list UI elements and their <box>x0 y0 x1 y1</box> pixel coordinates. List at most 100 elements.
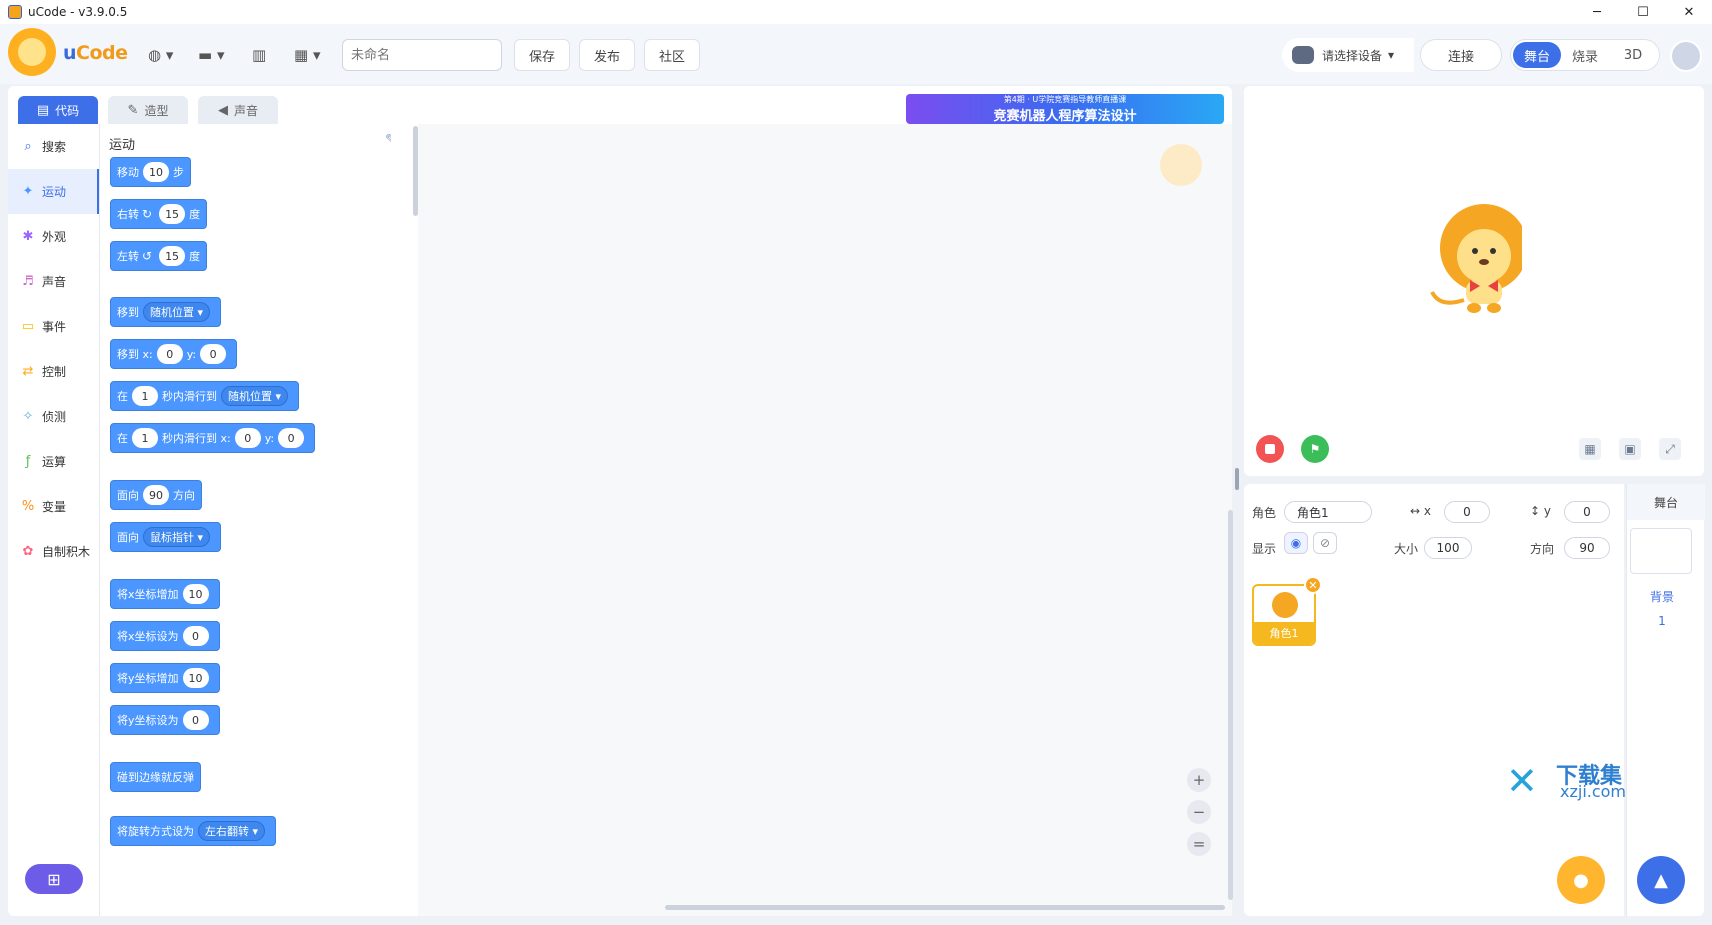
block-input[interactable]: 0 <box>278 428 305 448</box>
lion-sprite-icon[interactable] <box>1430 204 1522 314</box>
block-input[interactable]: 10 <box>182 584 209 604</box>
block-change-y[interactable]: 将y坐标增加 10 <box>110 663 220 693</box>
category-control[interactable]: ⇄ 控制 <box>8 349 99 394</box>
community-button[interactable]: 社区 <box>644 39 701 71</box>
block-input[interactable]: 0 <box>200 344 227 364</box>
block-input[interactable]: 10 <box>143 162 169 182</box>
category-variables[interactable]: % 变量 <box>8 484 99 529</box>
block-turn-left[interactable]: 左转 ↺ 15 度 <box>110 241 208 271</box>
category-events[interactable]: ▭ 事件 <box>8 304 99 349</box>
mode-burn[interactable]: 烧录 <box>1561 42 1609 68</box>
device-selector[interactable]: 请选择设备 ▾ <box>1282 38 1414 72</box>
add-extension-button[interactable]: ⊞ <box>25 864 83 894</box>
maximize-button[interactable]: ☐ <box>1620 0 1666 24</box>
delete-sprite-icon[interactable]: ✕ <box>1304 576 1322 594</box>
file-folder-icon[interactable]: ▬ ▾ <box>198 44 224 66</box>
block-set-y[interactable]: 将y坐标设为 0 <box>110 705 220 735</box>
pin-icon[interactable]: ✎ <box>385 132 391 148</box>
category-sound[interactable]: ♬ 声音 <box>8 259 99 304</box>
category-search[interactable]: ⌕ 搜索 <box>8 124 99 169</box>
block-point-towards[interactable]: 面向 鼠标指针 ▾ <box>110 522 222 552</box>
block-text: 面向 <box>117 489 139 502</box>
block-rotation-style[interactable]: 将旋转方式设为 左右翻转 ▾ <box>110 816 277 846</box>
hide-button[interactable]: ⊘ <box>1313 532 1337 554</box>
block-input[interactable]: 15 <box>159 204 186 224</box>
sprite-y-input[interactable]: 0 <box>1564 501 1610 523</box>
block-input[interactable]: 1 <box>132 386 158 406</box>
project-name-input[interactable] <box>342 39 502 71</box>
sprite-name-input[interactable]: 角色1 <box>1284 501 1372 523</box>
block-dropdown[interactable]: 随机位置 ▾ <box>221 386 289 406</box>
category-motion[interactable]: ✦ 运动 <box>8 169 99 214</box>
block-text: 碰到边缘就反弹 <box>117 771 194 784</box>
show-visible-button[interactable]: ◉ <box>1284 532 1308 554</box>
close-button[interactable]: ✕ <box>1666 0 1712 24</box>
block-input[interactable]: 0 <box>156 344 183 364</box>
code-workspace[interactable] <box>418 124 1232 916</box>
tab-code[interactable]: ▤ 代码 <box>18 96 98 124</box>
block-input[interactable]: 10 <box>182 668 209 688</box>
block-glide-xy[interactable]: 在 1 秒内滑行到 x: 0 y: 0 <box>110 423 316 453</box>
green-flag-button[interactable]: ⚑ <box>1301 435 1329 463</box>
zoom-reset-button[interactable]: = <box>1187 832 1211 856</box>
language-globe-icon[interactable]: ◍ ▾ <box>148 44 173 66</box>
block-change-x[interactable]: 将x坐标增加 10 <box>110 579 220 609</box>
screenshot-icon[interactable]: ▣ <box>1619 438 1641 460</box>
block-input[interactable]: 15 <box>159 246 186 266</box>
looks-icon: ✱ <box>22 229 34 244</box>
apps-grid-icon[interactable]: ▦ ▾ <box>294 44 320 66</box>
workspace-vertical-scrollbar[interactable] <box>1228 510 1233 900</box>
block-text: 将y坐标增加 <box>117 672 179 685</box>
sprite-x-input[interactable]: 0 <box>1444 501 1490 523</box>
rotate-right-icon: ↻ <box>142 207 153 221</box>
category-sensing[interactable]: ✧ 侦测 <box>8 394 99 439</box>
block-dropdown[interactable]: 左右翻转 ▾ <box>198 821 266 841</box>
block-goto[interactable]: 移到 随机位置 ▾ <box>110 297 222 327</box>
panel-splitter-handle[interactable] <box>1235 468 1239 490</box>
tab-costume[interactable]: ✎ 造型 <box>108 96 188 124</box>
block-input[interactable]: 0 <box>182 626 209 646</box>
promo-banner[interactable]: 第4期 · U学院竞赛指导教师直播课 竞赛机器人程序算法设计 <box>906 94 1224 124</box>
grid-icon[interactable]: ▦ <box>1579 438 1601 460</box>
connect-button[interactable]: 连接 <box>1420 39 1502 71</box>
block-point-direction[interactable]: 面向 90 方向 <box>110 480 202 510</box>
block-dropdown[interactable]: 随机位置 ▾ <box>143 302 211 322</box>
block-input[interactable]: 0 <box>234 428 261 448</box>
block-goto-xy[interactable]: 移到 x: 0 y: 0 <box>110 339 238 369</box>
block-move[interactable]: 移动 10 步 <box>110 157 191 187</box>
tab-costume-label: 造型 <box>144 103 169 118</box>
stage-thumbnail[interactable] <box>1630 528 1692 574</box>
sprite-card[interactable]: 角色1 <box>1252 584 1316 646</box>
user-avatar[interactable] <box>1670 40 1702 72</box>
stop-button[interactable] <box>1256 435 1284 463</box>
block-text: 度 <box>189 250 201 263</box>
block-glide[interactable]: 在 1 秒内滑行到 随机位置 ▾ <box>110 381 300 411</box>
category-operators[interactable]: ƒ 运算 <box>8 439 99 484</box>
workspace-horizontal-scrollbar[interactable] <box>665 905 1225 910</box>
minimize-button[interactable]: ─ <box>1574 0 1620 24</box>
publish-button[interactable]: 发布 <box>579 39 636 71</box>
sprite-size-input[interactable]: 100 <box>1424 537 1472 559</box>
block-text: y: <box>186 347 197 361</box>
book-icon[interactable]: ▥ <box>252 44 266 66</box>
zoom-out-button[interactable]: − <box>1187 800 1211 824</box>
category-looks[interactable]: ✱ 外观 <box>8 214 99 259</box>
mode-stage[interactable]: 舞台 <box>1513 42 1561 68</box>
tab-sound[interactable]: ◀ 声音 <box>198 96 278 124</box>
block-input[interactable]: 0 <box>182 710 209 730</box>
block-input[interactable]: 1 <box>132 428 158 448</box>
fullscreen-icon[interactable]: ⤢ <box>1659 438 1681 460</box>
sprite-direction-input[interactable]: 90 <box>1564 537 1610 559</box>
save-button[interactable]: 保存 <box>514 39 571 71</box>
block-bounce[interactable]: 碰到边缘就反弹 <box>110 762 201 792</box>
category-my-blocks[interactable]: ✿ 自制积木 <box>8 529 99 574</box>
block-input[interactable]: 90 <box>143 485 169 505</box>
block-dropdown[interactable]: 鼠标指针 ▾ <box>143 527 211 547</box>
block-set-x[interactable]: 将x坐标设为 0 <box>110 621 220 651</box>
block-text: 步 <box>173 166 184 179</box>
zoom-in-button[interactable]: + <box>1187 768 1211 792</box>
assistant-button[interactable]: ● <box>1557 856 1605 904</box>
mode-3d[interactable]: 3D <box>1609 42 1657 68</box>
block-turn-right[interactable]: 右转 ↻ 15 度 <box>110 199 208 229</box>
add-backdrop-button[interactable]: ▲ <box>1637 856 1685 904</box>
